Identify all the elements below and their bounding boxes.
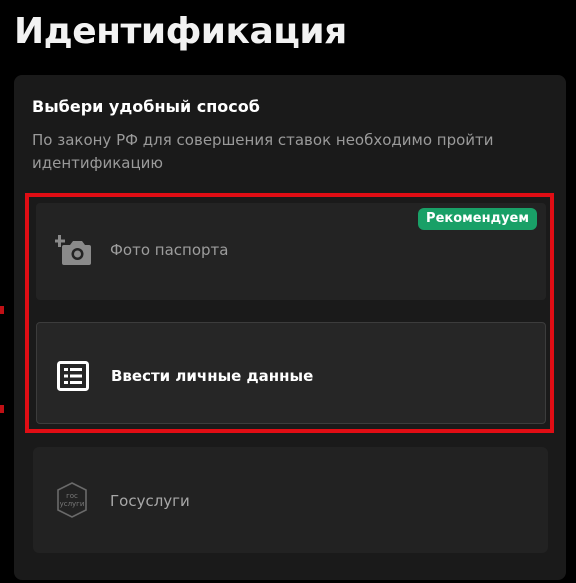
edge-marker xyxy=(0,405,4,413)
edge-marker xyxy=(0,306,4,314)
gosuslugi-label: Госуслуги xyxy=(110,492,190,510)
panel-heading: Выбери удобный способ xyxy=(32,97,260,116)
gosuslugi-option[interactable]: гос услуги Госуслуги xyxy=(33,447,548,553)
recommended-badge: Рекомендуем xyxy=(418,208,537,230)
manual-entry-option[interactable]: Ввести личные данные xyxy=(36,322,546,424)
svg-text:услуги: услуги xyxy=(60,500,85,508)
passport-photo-option[interactable]: Фото паспорта Рекомендуем xyxy=(36,203,546,300)
page-title: Идентификация xyxy=(14,11,347,52)
form-list-icon xyxy=(53,356,93,396)
manual-entry-label: Ввести личные данные xyxy=(111,367,314,385)
panel-description: По закону РФ для совершения ставок необх… xyxy=(32,131,494,172)
gosuslugi-logo-icon: гос услуги xyxy=(52,480,92,520)
passport-photo-label: Фото паспорта xyxy=(110,241,229,259)
camera-add-icon xyxy=(54,230,94,270)
svg-text:гос: гос xyxy=(66,492,78,500)
